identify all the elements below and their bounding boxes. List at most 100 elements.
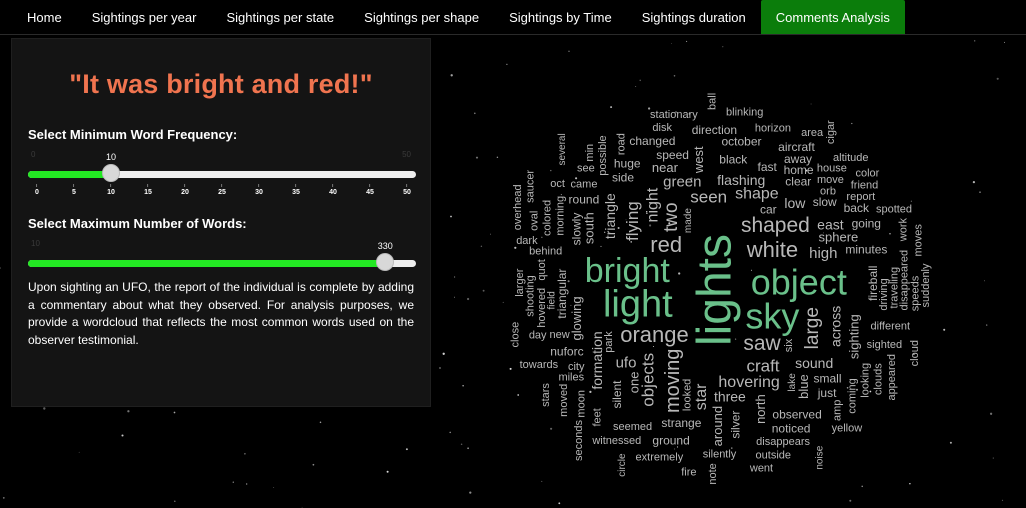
star xyxy=(462,385,464,387)
star xyxy=(0,267,1,269)
wordcloud-word: horizon xyxy=(755,122,791,134)
star xyxy=(670,43,672,45)
wordcloud-word: report xyxy=(846,191,875,203)
star xyxy=(986,324,988,326)
tab-comments-analysis[interactable]: Comments Analysis xyxy=(760,0,905,34)
wordcloud-word: house xyxy=(817,163,847,175)
wordcloud-word: coming xyxy=(847,378,859,413)
wordcloud-word: suddenly xyxy=(920,263,932,308)
star xyxy=(386,470,389,473)
wordcloud-word: around xyxy=(710,406,725,446)
slider-tick: 50 xyxy=(403,184,411,196)
wordcloud-word: north xyxy=(753,394,768,424)
star xyxy=(469,491,472,494)
wordcloud-word: observed xyxy=(772,407,821,421)
wordcloud-word: high xyxy=(809,245,837,262)
wordcloud-word: moon xyxy=(576,390,588,418)
wordcloud-word: silent xyxy=(610,380,624,409)
wordcloud-word: field xyxy=(546,291,557,309)
wordcloud-word: orange xyxy=(620,322,689,347)
wordcloud-word: looked xyxy=(681,379,693,411)
tab-sightings-per-state[interactable]: Sightings per state xyxy=(211,0,349,34)
star xyxy=(972,180,976,184)
wordcloud-word: back xyxy=(844,201,870,215)
wordcloud-word: large xyxy=(802,307,823,349)
tab-home[interactable]: Home xyxy=(12,0,77,34)
wordcloud-word: saw xyxy=(743,332,781,355)
wordcloud-word: small xyxy=(813,371,841,385)
wordcloud-word: moved xyxy=(558,384,570,417)
wordcloud-word: stationary xyxy=(650,109,698,121)
slider-tick: 40 xyxy=(329,184,337,196)
star xyxy=(174,500,176,503)
wordcloud-word: note xyxy=(707,463,719,484)
star xyxy=(1004,41,1005,43)
wordcloud-word: cigar xyxy=(825,120,837,144)
wordcloud-word: amp xyxy=(832,400,844,421)
wordcloud-word: see xyxy=(577,163,595,175)
star xyxy=(1001,499,1004,502)
star xyxy=(312,463,315,466)
wordcloud-word: white xyxy=(746,237,798,262)
slider-handle[interactable] xyxy=(102,164,120,182)
max-words-slider[interactable]: 10 330 xyxy=(28,235,416,271)
star xyxy=(244,453,246,455)
wordcloud-word: ball xyxy=(706,93,718,110)
wordcloud-word: flashing xyxy=(717,172,765,188)
wordcloud-word: stars xyxy=(540,383,552,407)
slider-tick: 10 xyxy=(107,184,115,196)
wordcloud-word: moves xyxy=(912,224,924,257)
wordcloud-word: miles xyxy=(558,372,584,384)
star xyxy=(173,411,176,414)
wordcloud-word: car xyxy=(760,202,777,216)
wordcloud-word: three xyxy=(714,388,746,404)
wordcloud-word: fast xyxy=(758,160,778,174)
star xyxy=(454,296,456,298)
wordcloud-word: two xyxy=(661,202,682,232)
slider-tick: 25 xyxy=(218,184,226,196)
wordcloud-word: green xyxy=(663,174,701,191)
wordcloud-word: color xyxy=(855,168,879,180)
tab-sightings-per-year[interactable]: Sightings per year xyxy=(77,0,212,34)
wordcloud-word: oct xyxy=(550,178,565,190)
star xyxy=(127,410,130,413)
wordcloud-word: work xyxy=(898,217,910,242)
star xyxy=(78,451,80,453)
wordcloud-word: sighting xyxy=(847,314,862,359)
star xyxy=(246,483,248,485)
wordcloud-word: day xyxy=(529,329,547,341)
wordcloud-word: blinking xyxy=(726,107,763,119)
star xyxy=(232,481,234,483)
wordcloud-word: min xyxy=(584,144,596,162)
tab-sightings-per-shape[interactable]: Sightings per shape xyxy=(349,0,494,34)
wordcloud-word: one xyxy=(626,372,641,394)
wordcloud-word: dark xyxy=(516,235,538,247)
star xyxy=(506,63,508,66)
star xyxy=(992,457,994,459)
wordcloud-word: colored xyxy=(542,200,554,236)
wordcloud-word: several xyxy=(557,133,568,165)
star xyxy=(450,74,453,77)
slider-tick: 30 xyxy=(255,184,263,196)
tab-sightings-duration[interactable]: Sightings duration xyxy=(627,0,761,34)
tab-sightings-by-time[interactable]: Sightings by Time xyxy=(494,0,627,34)
wordcloud-word: close xyxy=(510,322,522,348)
min-frequency-label: Select Minimum Word Frequency: xyxy=(28,127,238,142)
wordcloud-word: direction xyxy=(692,123,737,137)
slider-min-label: 10 xyxy=(31,239,40,248)
wordcloud-word: spotted xyxy=(876,204,912,216)
wordcloud-word: noise xyxy=(814,445,825,469)
slider-handle[interactable] xyxy=(376,253,395,271)
wordcloud-word: shooting xyxy=(525,275,537,317)
min-frequency-slider[interactable]: 0 50 10 0 5 10 15 20 25 30 35 40 45 50 xyxy=(28,146,416,196)
star xyxy=(722,46,724,48)
wordcloud-word: behind xyxy=(529,245,562,257)
slider-tick: 15 xyxy=(144,184,152,196)
wordcloud-word: red xyxy=(650,232,682,257)
star xyxy=(442,352,445,355)
wordcloud-word: morning xyxy=(554,196,566,236)
star xyxy=(273,487,275,489)
wordcloud-word: disk xyxy=(652,122,672,134)
wordcloud-word: star xyxy=(693,383,710,410)
star xyxy=(474,112,476,115)
